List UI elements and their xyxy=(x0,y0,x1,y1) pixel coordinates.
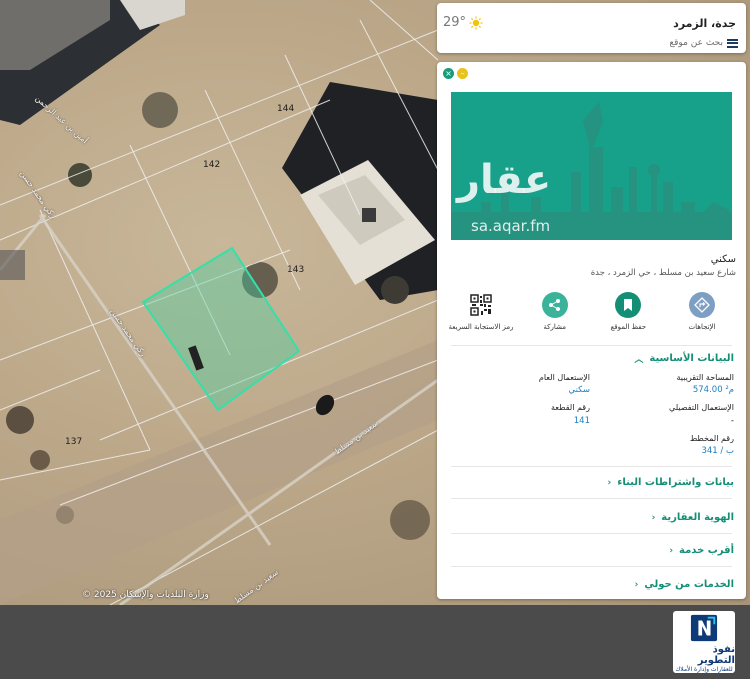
nearby-services-header[interactable]: الخدمات من حولي ‹ xyxy=(635,579,734,590)
basic-data-title[interactable]: البيانات الأساسية xyxy=(649,353,734,364)
area-value: 574.00 م² xyxy=(692,385,734,395)
property-type: سكني xyxy=(710,254,736,265)
qr-code-icon[interactable] xyxy=(468,292,495,318)
search-location-button[interactable]: بحث عن موقع xyxy=(669,38,738,48)
plan-number-label: رقم المخطط xyxy=(689,434,734,443)
divider xyxy=(451,345,732,346)
directions-label[interactable]: الإتجاهات xyxy=(689,323,716,331)
general-use-value: سكني xyxy=(568,385,590,395)
area-label: المساحة التقريبية xyxy=(676,373,734,382)
divider xyxy=(451,498,732,499)
location-card: جدة، الزمرد بحث عن موقع 29° xyxy=(437,3,746,53)
share-icon[interactable] xyxy=(541,292,568,318)
save-location-button[interactable]: حفظ الموقع xyxy=(592,292,664,342)
nearby-services-title[interactable]: الخدمات من حولي xyxy=(644,579,734,590)
action-bar: الإتجاهات حفظ الموقع مشاركة رمز الاستجاب… xyxy=(445,292,738,342)
directions-button[interactable]: الإتجاهات xyxy=(666,292,738,342)
divider xyxy=(451,566,732,567)
minimize-button[interactable]: – xyxy=(457,68,468,79)
qr-code-button[interactable]: رمز الاستجابة السريعة xyxy=(445,292,517,342)
chevron-left-icon[interactable]: ‹ xyxy=(635,580,639,590)
parcel-number[interactable]: 143 xyxy=(287,265,304,275)
share-label[interactable]: مشاركة xyxy=(543,323,566,331)
app-window: 144 142 143 137 أمين بن عبد الرحمن زكي م… xyxy=(0,0,750,679)
share-button[interactable]: مشاركة xyxy=(519,292,591,342)
qr-code-label[interactable]: رمز الاستجابة السريعة xyxy=(449,323,514,331)
menu-icon[interactable] xyxy=(727,38,738,48)
aqar-banner: عقار sa.aqar.fm xyxy=(451,92,732,240)
banner-url: sa.aqar.fm xyxy=(471,217,551,235)
detailed-use-value: - xyxy=(730,416,734,426)
banner-brand: عقار xyxy=(457,157,552,203)
map-copyright: © 2025 وزارة البلديات والإسكان xyxy=(82,590,209,600)
directions-icon[interactable] xyxy=(689,292,715,318)
general-use-label: الإستعمال العام xyxy=(538,373,590,382)
parcel-number[interactable]: 142 xyxy=(203,160,220,170)
nearest-service-title[interactable]: أقرب خدمة xyxy=(679,545,734,556)
save-location-label[interactable]: حفظ الموقع xyxy=(611,323,647,331)
property-identity-header[interactable]: الهوية العقارية ‹ xyxy=(652,512,734,523)
chevron-left-icon[interactable]: ‹ xyxy=(608,478,612,488)
nearest-service-header[interactable]: أقرب خدمة ‹ xyxy=(669,545,734,556)
sun-icon xyxy=(469,16,483,29)
panel-controls: × – xyxy=(443,68,468,79)
property-identity-title[interactable]: الهوية العقارية xyxy=(661,512,734,523)
bookmark-icon[interactable] xyxy=(615,292,642,318)
plot-number-value: 141 xyxy=(573,416,590,426)
temperature: 29° xyxy=(443,15,467,30)
property-info-panel: × – عقار sa.aqar.fm سكني شارع سعيد بن مس… xyxy=(437,62,746,599)
plan-number-value: ب / 341 xyxy=(701,446,734,456)
chevron-up-icon[interactable]: ︿ xyxy=(634,352,643,365)
chevron-left-icon[interactable]: ‹ xyxy=(652,513,656,523)
search-label[interactable]: بحث عن موقع xyxy=(669,38,723,48)
building-requirements-header[interactable]: بيانات واشتراطات البناء ‹ xyxy=(608,477,734,488)
building-requirements-title[interactable]: بيانات واشتراطات البناء xyxy=(617,477,734,488)
detailed-use-label: الإستعمال التفصيلي xyxy=(669,403,734,412)
parcel-number[interactable]: 137 xyxy=(65,437,82,447)
location-title: جدة، الزمرد xyxy=(673,17,736,30)
brand-subtitle: للعقارات وإدارة الأملاك xyxy=(675,666,733,673)
close-button[interactable]: × xyxy=(443,68,454,79)
brand-name: نفوذ التطوير xyxy=(697,644,735,666)
weather-widget: 29° xyxy=(443,15,483,30)
parcel-number[interactable]: 144 xyxy=(277,104,294,114)
brand-badge: نفوذ التطوير للعقارات وإدارة الأملاك xyxy=(673,611,735,673)
plot-number-label: رقم القطعة xyxy=(551,403,590,412)
bottom-bar xyxy=(0,605,750,679)
chevron-left-icon[interactable]: ‹ xyxy=(669,546,673,556)
divider xyxy=(451,533,732,534)
divider xyxy=(451,466,732,467)
brand-logo-icon xyxy=(690,614,718,642)
basic-data-header[interactable]: البيانات الأساسية ︿ xyxy=(634,352,734,365)
property-address: شارع سعيد بن مسلط ، حي الزمرد ، جدة xyxy=(590,268,736,278)
